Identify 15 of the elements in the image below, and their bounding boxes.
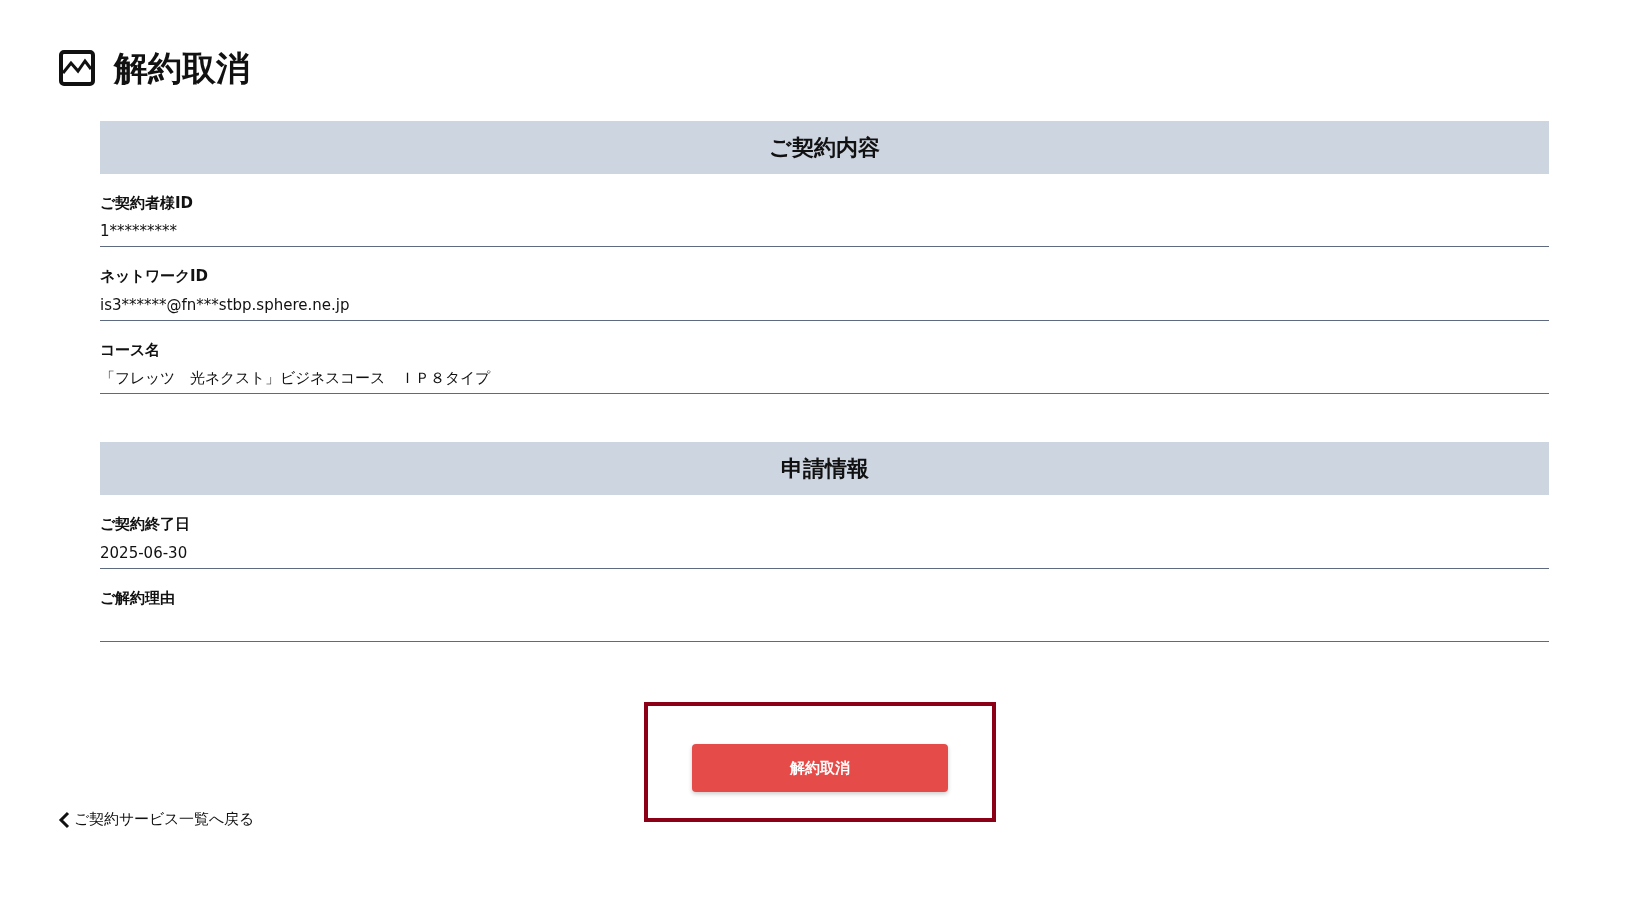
field-label: ご契約終了日 [100, 514, 191, 536]
chevron-left-icon [58, 810, 70, 829]
page-title: 解約取消 [114, 48, 250, 89]
cancel-termination-button[interactable]: 解約取消 [691, 744, 948, 793]
field-label: ご契約者様ID [100, 192, 195, 214]
field-value: is3******@fn***stbp.sphere.ne.jp [100, 293, 1549, 321]
section-header: ご契約内容 [100, 120, 1549, 174]
chart-icon [58, 49, 96, 88]
field-label: コース名 [100, 339, 161, 361]
field-value: 「フレッツ 光ネクスト」ビジネスコース ＩＰ８タイプ [100, 367, 1549, 395]
section-header: 申請情報 [100, 442, 1549, 496]
field-value: 1********* [100, 220, 1549, 248]
field-value: 2025-06-30 [100, 541, 1549, 569]
field-label: ご解約理由 [100, 587, 176, 609]
field-label: ネットワークID [100, 266, 210, 288]
